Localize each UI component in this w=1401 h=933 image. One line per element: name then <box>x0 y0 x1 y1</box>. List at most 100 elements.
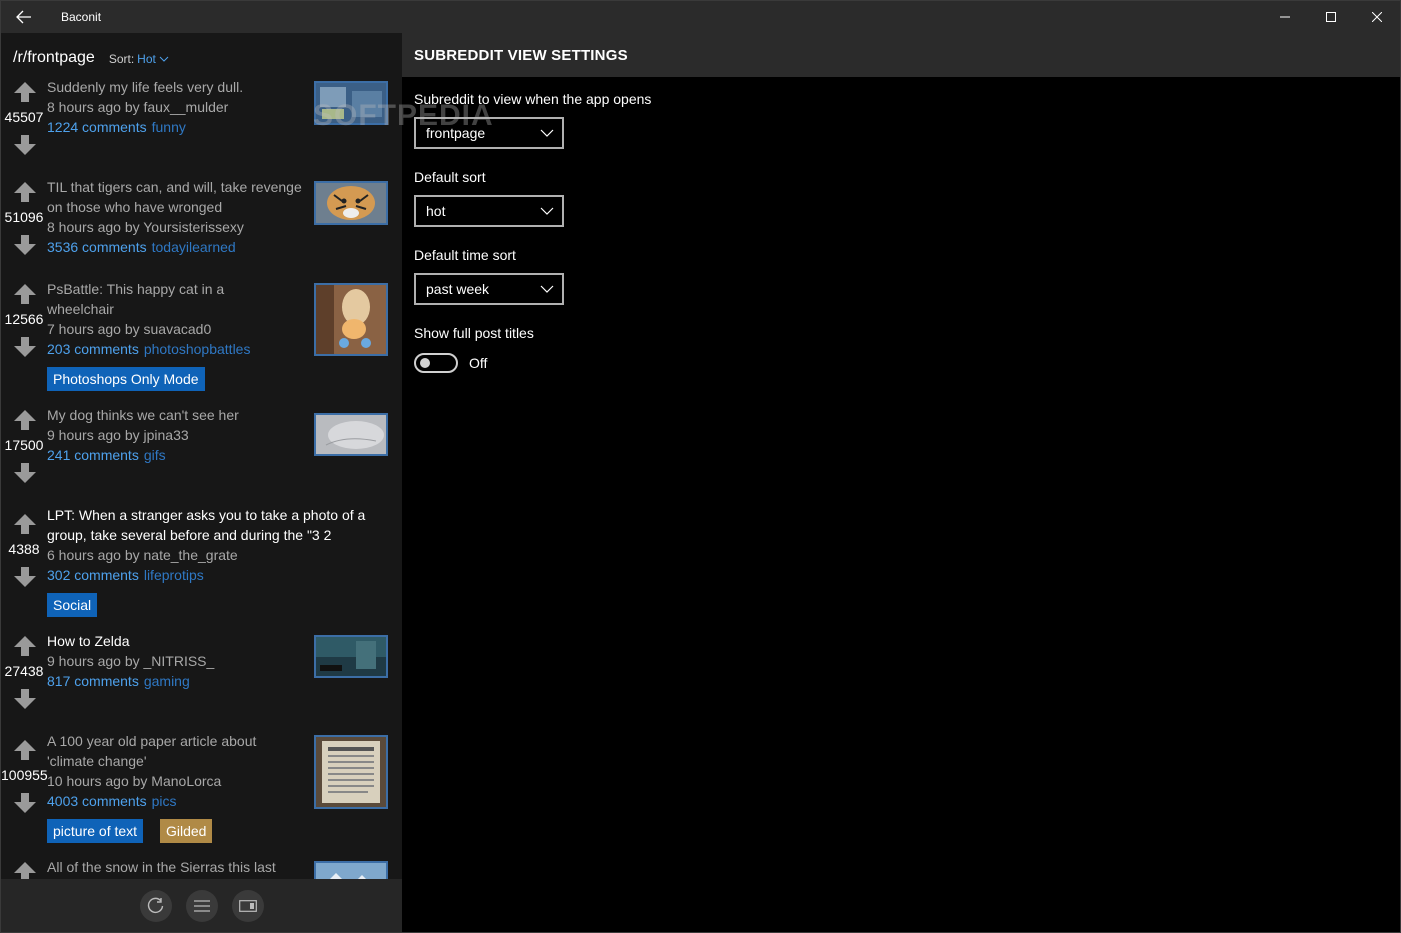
post-links: 302 comments lifeprotips <box>47 565 204 585</box>
post-links: 203 comments photoshopbattles <box>47 339 250 359</box>
downvote-icon[interactable] <box>14 337 36 357</box>
post-score: 12566 <box>4 311 44 327</box>
upvote-icon[interactable] <box>14 82 36 102</box>
app-title: Baconit <box>61 10 102 24</box>
maximize-button[interactable] <box>1308 1 1354 33</box>
post-meta: 9 hours ago by _NITRISS_ <box>47 653 215 669</box>
comments-link[interactable]: 302 comments <box>47 567 139 583</box>
title-bar: Baconit <box>1 1 1400 33</box>
post-title[interactable]: All of the snow in the Sierras this last <box>47 857 309 877</box>
post-thumbnail[interactable] <box>314 413 388 456</box>
gilded-badge: Gilded <box>160 819 213 843</box>
downvote-icon[interactable] <box>14 463 36 483</box>
sort-dropdown[interactable]: Hot <box>137 52 169 66</box>
post-title[interactable]: Suddenly my life feels very dull. <box>47 77 309 97</box>
post-meta: 10 hours ago by ManoLorca <box>47 773 222 789</box>
post-thumbnail[interactable] <box>314 635 388 678</box>
subreddit-link[interactable]: gaming <box>144 673 190 689</box>
subreddit-link[interactable]: todayilearned <box>152 239 236 255</box>
comments-link[interactable]: 3536 comments <box>47 239 147 255</box>
downvote-icon[interactable] <box>14 135 36 155</box>
post-title[interactable]: A 100 year old paper article about 'clim… <box>47 731 297 771</box>
post-flair: Photoshops Only Mode <box>47 367 205 391</box>
default-sort-value: hot <box>426 203 446 219</box>
post-links: 3536 comments todayilearned <box>47 237 236 257</box>
vote-column: 27438 <box>1 631 47 721</box>
back-button[interactable] <box>1 1 47 33</box>
vote-column: 12566 <box>1 279 47 369</box>
post-title[interactable]: PsBattle: This happy cat in a wheelchair <box>47 279 247 319</box>
post-links: 817 comments gaming <box>47 671 190 691</box>
chevron-down-icon <box>540 129 554 137</box>
thumbnail-image <box>316 737 386 807</box>
comments-link[interactable]: 1224 comments <box>47 119 147 135</box>
upvote-icon[interactable] <box>14 284 36 304</box>
refresh-button[interactable] <box>139 889 172 922</box>
subreddit-link[interactable]: lifeprotips <box>144 567 204 583</box>
upvote-icon[interactable] <box>14 410 36 430</box>
vote-column: 4388 <box>1 505 47 595</box>
fullscreen-icon <box>238 899 257 912</box>
upvote-icon[interactable] <box>14 740 36 760</box>
window-controls <box>1262 1 1400 33</box>
chevron-down-icon <box>540 207 554 215</box>
post-title[interactable]: My dog thinks we can't see her <box>47 405 309 425</box>
comments-link[interactable]: 4003 comments <box>47 793 147 809</box>
back-arrow-icon <box>16 10 31 24</box>
post-score: 17500 <box>4 437 44 453</box>
post-meta: 8 hours ago by Yoursisterissexy <box>47 219 244 235</box>
post-flair: Social <box>47 593 98 617</box>
post-thumbnail[interactable] <box>314 283 388 356</box>
post-thumbnail[interactable] <box>314 181 388 225</box>
chevron-down-icon <box>540 285 554 293</box>
thumbnail-image <box>316 637 386 676</box>
thumbnail-image <box>316 415 386 454</box>
downvote-icon[interactable] <box>14 793 36 813</box>
subreddit-link[interactable]: pics <box>152 793 177 809</box>
post-score: 51096 <box>4 209 44 225</box>
menu-button[interactable] <box>185 889 218 922</box>
maximize-icon <box>1326 12 1336 22</box>
post-meta: 9 hours ago by jpina33 <box>47 427 189 443</box>
settings-title: SUBREDDIT VIEW SETTINGS <box>414 46 628 64</box>
post-links: 241 comments gifs <box>47 445 166 465</box>
post-title[interactable]: TIL that tigers can, and will, take reve… <box>47 177 309 217</box>
time-sort-label: Default time sort <box>414 247 516 263</box>
subreddit-link[interactable]: photoshopbattles <box>144 341 251 357</box>
comments-link[interactable]: 203 comments <box>47 341 139 357</box>
vote-column: 100955 <box>1 731 48 821</box>
post-links: 1224 comments funny <box>47 117 186 137</box>
fullscreen-button[interactable] <box>231 889 264 922</box>
close-button[interactable] <box>1354 1 1400 33</box>
minimize-button[interactable] <box>1262 1 1308 33</box>
downvote-icon[interactable] <box>14 689 36 709</box>
minimize-icon <box>1280 16 1290 18</box>
default-sort-dropdown[interactable]: hot <box>414 195 564 227</box>
full-titles-label: Show full post titles <box>414 325 534 341</box>
downvote-icon[interactable] <box>14 235 36 255</box>
post-title[interactable]: How to Zelda <box>47 631 309 651</box>
full-titles-state: Off <box>469 355 488 371</box>
subreddit-name[interactable]: /r/frontpage <box>13 49 95 67</box>
post-thumbnail[interactable] <box>314 735 388 809</box>
post-flair: picture of text <box>47 819 144 843</box>
toggle-knob <box>420 358 430 368</box>
upvote-icon[interactable] <box>14 636 36 656</box>
vote-column: 17500 <box>1 405 47 495</box>
downvote-icon[interactable] <box>14 567 36 587</box>
subreddit-header: /r/frontpage Sort: Hot <box>1 33 402 77</box>
comments-link[interactable]: 817 comments <box>47 673 139 689</box>
comments-link[interactable]: 241 comments <box>47 447 139 463</box>
post-score: 27438 <box>4 663 44 679</box>
post-title[interactable]: LPT: When a stranger asks you to take a … <box>47 505 387 545</box>
subreddit-link[interactable]: funny <box>152 119 186 135</box>
post-score: 4388 <box>8 541 40 557</box>
full-titles-toggle[interactable] <box>414 353 458 373</box>
upvote-icon[interactable] <box>14 182 36 202</box>
upvote-icon[interactable] <box>14 514 36 534</box>
watermark: SOFTPEDIA <box>313 99 494 132</box>
subreddit-link[interactable]: gifs <box>144 447 166 463</box>
settings-header: SUBREDDIT VIEW SETTINGS <box>402 33 1400 77</box>
time-sort-dropdown[interactable]: past week <box>414 273 564 305</box>
refresh-icon <box>147 897 163 913</box>
